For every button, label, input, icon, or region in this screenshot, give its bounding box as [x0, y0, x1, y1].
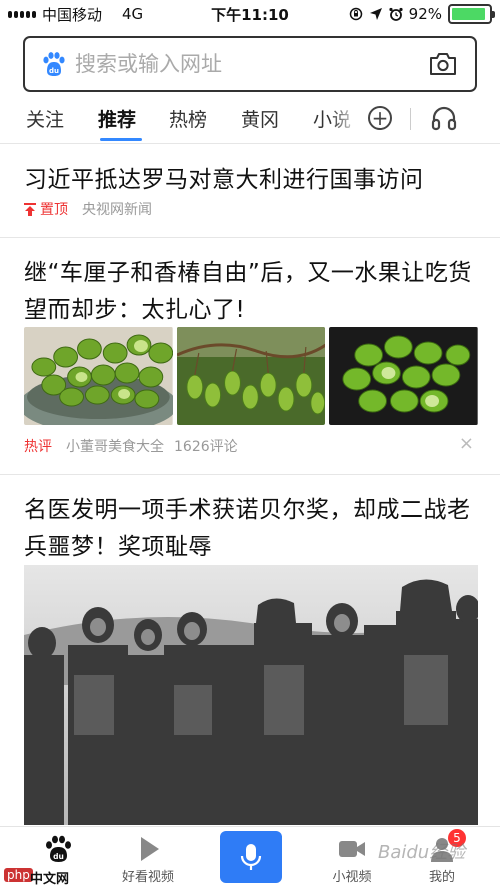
- voice-search-button[interactable]: [220, 831, 282, 883]
- news-title-2[interactable]: 继“车厘子和香椿自由”后，又一水果让吃货望而却步：太扎心了!: [24, 255, 476, 329]
- tab-fade-overlay: [330, 100, 360, 140]
- battery-icon: [448, 4, 495, 24]
- news-meta-1: 置顶 央视网新闻: [24, 199, 152, 219]
- video-camera-icon: [339, 841, 365, 857]
- kiwiberry-dark-image[interactable]: [329, 327, 479, 425]
- nav-haokan-video-label: 好看视频: [121, 870, 174, 885]
- baidu-paw-icon: du: [43, 52, 65, 76]
- php-site-logo: php: [4, 868, 33, 882]
- baidu-home-icon: du: [46, 835, 71, 862]
- pin-up-arrow-icon: [24, 202, 36, 216]
- tab-recommended[interactable]: 推荐: [98, 105, 136, 132]
- nav-haokan-video[interactable]: 好看视频: [98, 827, 198, 889]
- news-thumbnails-2[interactable]: [24, 327, 479, 425]
- news-title-3[interactable]: 名医发明一项手术获诺贝尔奖，却成二战老兵噩梦！奖项耻辱: [24, 492, 476, 566]
- news-source-1: 央视网新闻: [82, 202, 152, 218]
- battery-percent: 92%: [408, 5, 442, 23]
- alarm-icon: [389, 7, 403, 21]
- microphone-icon: [240, 844, 262, 870]
- search-input[interactable]: [75, 52, 415, 76]
- comment-count-2: 1626评论: [174, 439, 238, 455]
- play-icon: [141, 837, 159, 861]
- channel-tabs: 关注 推荐 热榜 黄冈 小说 +: [0, 100, 500, 144]
- tab-hot-list[interactable]: 热榜: [169, 105, 207, 132]
- pinned-label: 置顶: [40, 202, 68, 218]
- camera-icon[interactable]: [429, 51, 457, 77]
- php-cn-site-logo: 中文网: [30, 872, 70, 887]
- status-bar: 中国移动 4G 下午11:10 92%: [0, 0, 500, 28]
- news-title-1[interactable]: 习近平抵达罗马对意大利进行国事访问: [24, 162, 476, 199]
- dismiss-icon[interactable]: ×: [459, 433, 474, 454]
- feed-divider-1: [0, 237, 500, 238]
- location-icon: [369, 8, 382, 20]
- orientation-lock-icon: [349, 7, 362, 21]
- headphones-icon[interactable]: [430, 104, 458, 132]
- hot-comment-badge: 热评: [24, 439, 52, 455]
- tabs-divider: [0, 143, 500, 144]
- tab-divider: [410, 108, 411, 130]
- active-tab-indicator: [100, 138, 142, 141]
- ww2-soldiers-photo[interactable]: [24, 565, 478, 825]
- pinned-badge: 置顶: [24, 199, 68, 219]
- baidu-jingyan-watermark: Baidu经验: [378, 842, 466, 863]
- news-source-2: 小董哥美食大全: [66, 439, 164, 455]
- feed-divider-2: [0, 474, 500, 475]
- add-channel-icon[interactable]: +: [368, 106, 392, 130]
- news-meta-2: 热评 小董哥美食大全 1626评论: [24, 436, 238, 456]
- tab-huanggang[interactable]: 黄冈: [241, 105, 279, 132]
- kiwiberry-vine-image[interactable]: [176, 327, 326, 425]
- svg-text:du: du: [49, 67, 59, 75]
- svg-text:du: du: [53, 852, 64, 861]
- nav-short-video-label: 小视频: [332, 870, 372, 885]
- nav-profile-label: 我的: [428, 870, 455, 885]
- tab-follow[interactable]: 关注: [26, 105, 64, 132]
- kiwiberry-bowl-image[interactable]: [24, 327, 173, 425]
- search-bar[interactable]: du: [23, 36, 477, 92]
